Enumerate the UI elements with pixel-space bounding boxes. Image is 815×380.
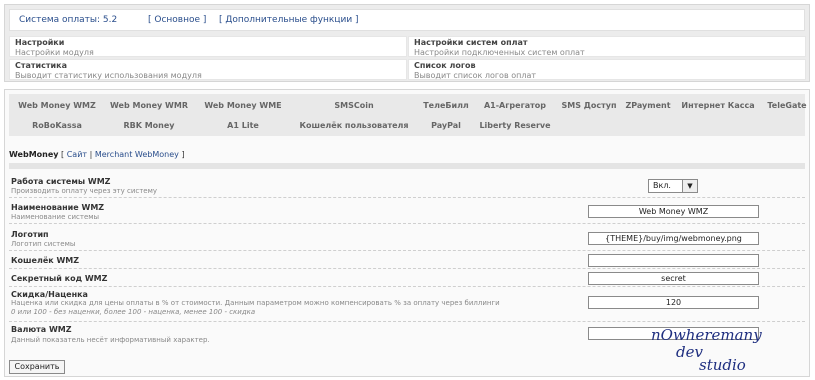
watermark-line3: studio <box>699 356 746 374</box>
tab-sms-access[interactable]: SMS Доступ <box>561 101 616 110</box>
tab-liberty-reserve[interactable]: Liberty Reserve <box>479 121 550 130</box>
module-menu: Настройки Настройки модуля Настройки сис… <box>9 36 806 80</box>
section-divider <box>9 163 805 169</box>
setting-desc: Логотип системы <box>11 240 76 248</box>
tab-a1-aggregator[interactable]: A1-Агрегатор <box>484 101 546 110</box>
version-label: Система оплаты: 5.2 <box>19 15 118 25</box>
wallet-input[interactable] <box>588 254 759 267</box>
setting-title: Логотип <box>11 230 49 239</box>
setting-desc: Наименование системы <box>11 213 100 221</box>
setting-row-status: Работа системы WMZ Производить оплату че… <box>9 172 805 198</box>
markup-input[interactable]: 120 <box>588 296 759 309</box>
tab-user-wallet[interactable]: Кошелёк пользователя <box>299 121 408 130</box>
name-input[interactable]: Web Money WMZ <box>588 205 759 218</box>
setting-row-markup: Скидка/Наценка Наценка или скидка для це… <box>9 288 805 322</box>
menu-item-statistics[interactable]: Статистика Выводит статистику использова… <box>9 59 407 80</box>
setting-title: Секретный код WMZ <box>11 274 108 283</box>
setting-title: Скидка/Наценка <box>11 290 88 299</box>
tab-zpayment[interactable]: ZPayment <box>625 101 670 110</box>
payment-system-tabs: Web Money WMZ Web Money WMR Web Money WM… <box>9 94 807 136</box>
chevron-down-icon: ▼ <box>682 180 697 192</box>
menu-item-title: Статистика <box>15 61 67 70</box>
watermark-line1: nOwheremany <box>651 326 762 344</box>
tab-smscoin[interactable]: SMSCoin <box>334 101 373 110</box>
setting-desc: Наценка или скидка для цены оплаты в % о… <box>11 299 500 307</box>
payment-settings-panel: Web Money WMZ Web Money WMR Web Money WM… <box>4 89 810 377</box>
tab-a1-lite[interactable]: A1 Lite <box>227 121 259 130</box>
menu-item-payment-settings[interactable]: Настройки систем оплат Настройки подключ… <box>408 36 806 57</box>
link-extra-functions[interactable]: [ Дополнительные функции ] <box>219 10 359 31</box>
setting-title: Валюта WMZ <box>11 325 72 334</box>
menu-item-title: Настройки <box>15 38 65 47</box>
link-main[interactable]: [ Основное ] <box>148 10 206 31</box>
tab-rbk-money[interactable]: RBK Money <box>123 121 174 130</box>
menu-item-settings[interactable]: Настройки Настройки модуля <box>9 36 407 57</box>
tab-telebill[interactable]: ТелеБилл <box>423 101 469 110</box>
setting-row-wallet: Кошелёк WMZ <box>9 252 805 269</box>
menu-item-desc: Настройки модуля <box>15 48 94 57</box>
setting-row-secret: Секретный код WMZ secret <box>9 270 805 287</box>
tab-robokassa[interactable]: RoBoKassa <box>32 121 82 130</box>
tab-webmoney-wmz[interactable]: Web Money WMZ <box>18 101 96 110</box>
setting-desc-note: 0 или 100 - без наценки, более 100 - нац… <box>11 308 256 316</box>
menu-item-desc: Настройки подключенных систем оплат <box>414 48 585 57</box>
tab-webmoney-wmr[interactable]: Web Money WMR <box>110 101 188 110</box>
logo-input[interactable]: {THEME}/buy/img/webmoney.png <box>588 232 759 245</box>
setting-row-logo: Логотип Логотип системы {THEME}/buy/img/… <box>9 225 805 251</box>
tab-telegate[interactable]: TeleGate <box>767 101 806 110</box>
menu-item-desc: Выводит список логов оплат <box>414 71 537 80</box>
menu-item-logs[interactable]: Список логов Выводит список логов оплат <box>408 59 806 80</box>
module-header-panel: Система оплаты: 5.2 [ Основное ] [ Допол… <box>4 4 810 82</box>
tab-internet-kassa[interactable]: Интернет Касса <box>681 101 754 110</box>
setting-title: Наименование WMZ <box>11 203 105 212</box>
section-title: WebMoney [ Сайт | Merchant WebMoney ] <box>9 150 185 159</box>
setting-row-name: Наименование WMZ Наименование системы We… <box>9 199 805 224</box>
section-name: WebMoney <box>9 150 59 159</box>
link-merchant-webmoney[interactable]: Merchant WebMoney <box>95 150 179 159</box>
menu-item-title: Настройки систем оплат <box>414 38 528 47</box>
setting-desc: Данный показатель несёт информативный ха… <box>11 336 210 344</box>
secret-input[interactable]: secret <box>588 272 759 285</box>
tab-paypal[interactable]: PayPal <box>431 121 461 130</box>
module-topbar: Система оплаты: 5.2 [ Основное ] [ Допол… <box>9 9 805 31</box>
save-button[interactable]: Сохранить <box>9 360 65 374</box>
link-site[interactable]: Сайт <box>67 150 87 159</box>
menu-item-desc: Выводит статистику использования модуля <box>15 71 202 80</box>
setting-title: Кошелёк WMZ <box>11 256 80 265</box>
status-select[interactable]: Вкл. ▼ <box>648 179 698 193</box>
menu-item-title: Список логов <box>414 61 476 70</box>
setting-title: Работа системы WMZ <box>11 177 111 186</box>
tab-webmoney-wme[interactable]: Web Money WME <box>204 101 281 110</box>
setting-desc: Производить оплату через эту систему <box>11 187 158 195</box>
